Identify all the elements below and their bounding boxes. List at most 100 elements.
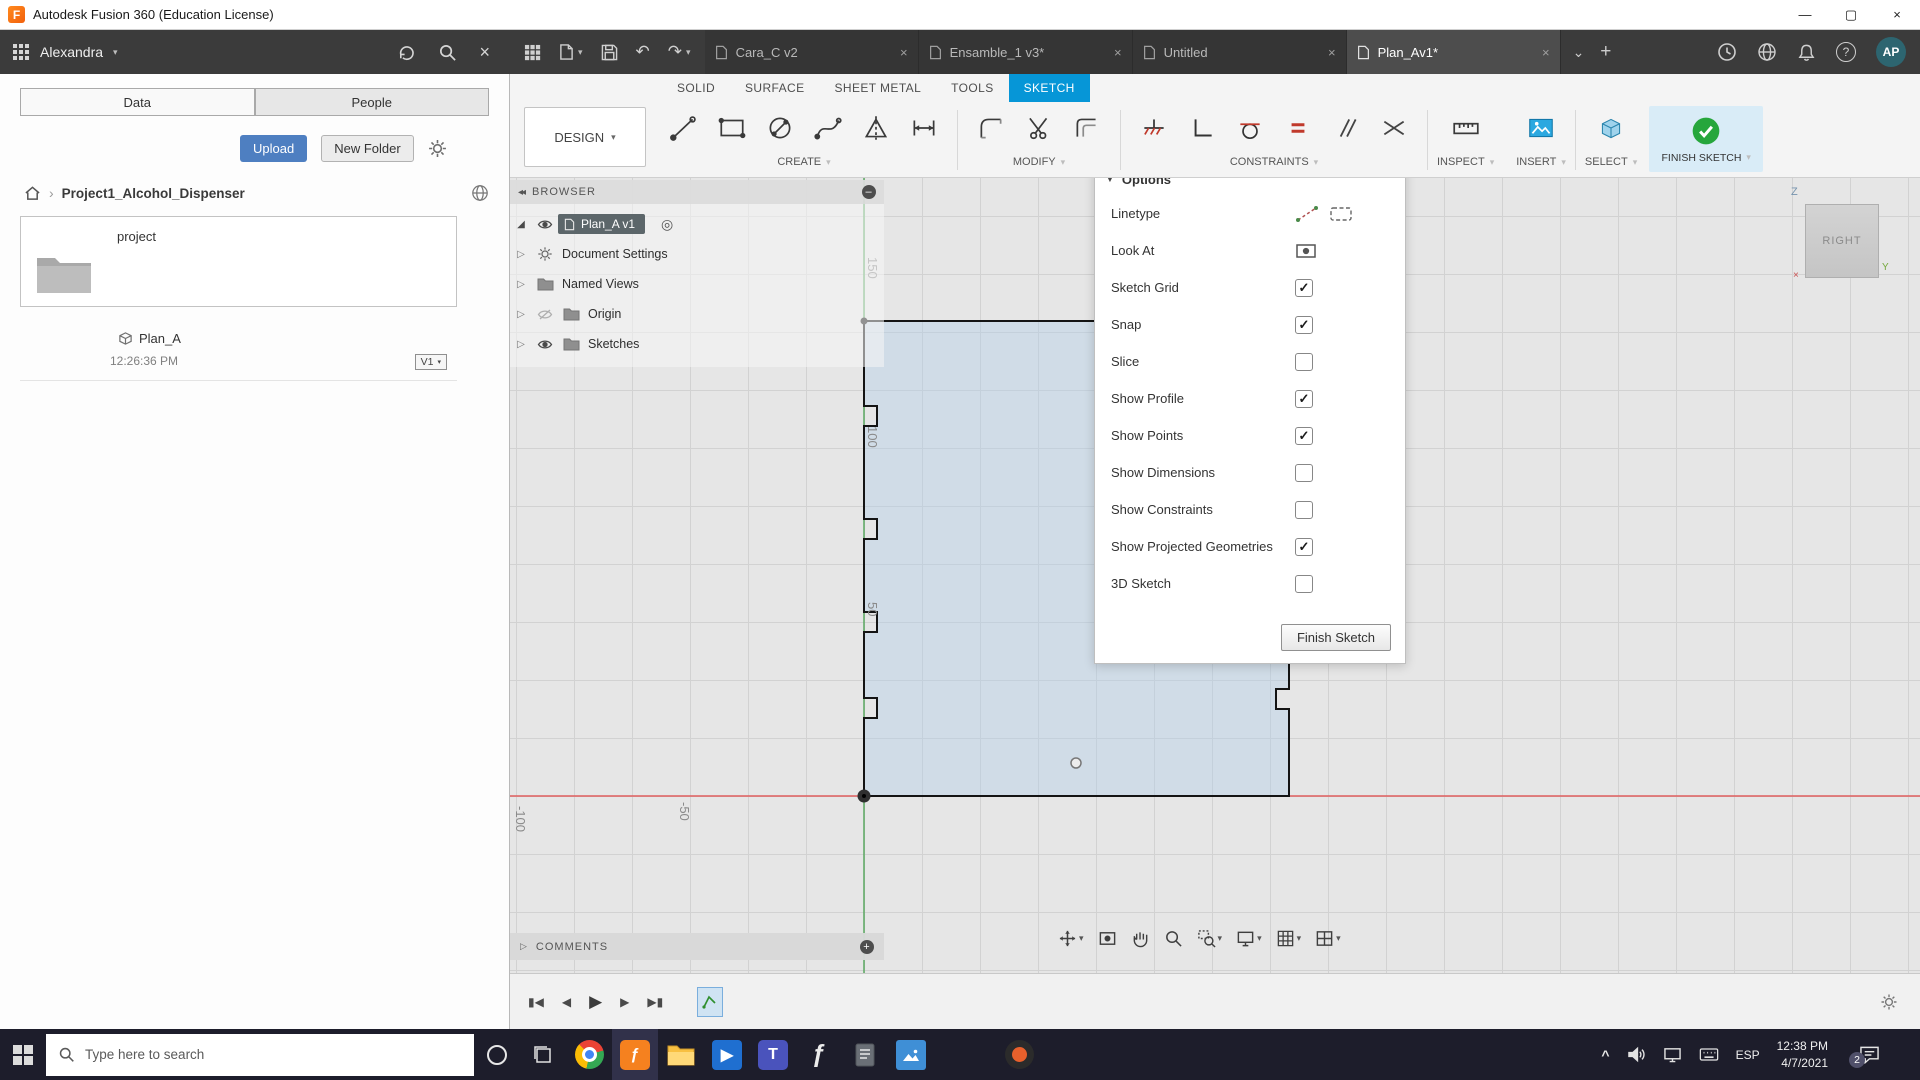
- tab-sheet-metal[interactable]: SHEET METAL: [820, 74, 937, 102]
- notifications-bell-icon[interactable]: [1797, 43, 1816, 62]
- tab-list-chevron-icon[interactable]: ⌄: [1573, 44, 1585, 61]
- look-at-icon[interactable]: [1095, 926, 1120, 951]
- parallel-icon[interactable]: [1322, 103, 1370, 153]
- settings-gear-icon[interactable]: [428, 139, 447, 158]
- timeline-settings-gear-icon[interactable]: [1880, 993, 1898, 1011]
- expand-icon[interactable]: ▷: [510, 309, 532, 320]
- tab-tools[interactable]: TOOLS: [936, 74, 1008, 102]
- home-icon[interactable]: [24, 185, 41, 201]
- timeline-play-button[interactable]: ▶: [589, 992, 602, 1012]
- file-menu-icon[interactable]: ▾: [559, 43, 583, 61]
- horizontal-vertical-icon[interactable]: [1178, 103, 1226, 153]
- tangent-icon[interactable]: [1226, 103, 1274, 153]
- sketch-grid-checkbox[interactable]: [1295, 279, 1313, 297]
- grid-settings-icon[interactable]: ▾: [1273, 926, 1305, 951]
- dimension-tool-icon[interactable]: [900, 103, 948, 153]
- fillet-tool-icon[interactable]: [967, 103, 1015, 153]
- redo-icon[interactable]: ↷ ▾: [668, 42, 691, 62]
- expand-icon[interactable]: ▷: [510, 339, 532, 350]
- cortana-button[interactable]: [474, 1029, 520, 1080]
- sync-icon[interactable]: [397, 43, 416, 62]
- close-window-button[interactable]: ×: [1874, 0, 1920, 29]
- minimize-button[interactable]: —: [1782, 0, 1828, 29]
- touch-keyboard-icon[interactable]: [1699, 1047, 1719, 1062]
- browser-header[interactable]: ◂◂ BROWSER –: [510, 180, 884, 204]
- close-tab-icon[interactable]: ×: [900, 45, 908, 60]
- browser-root-row[interactable]: ◢ Plan_A v1 ◎: [510, 209, 884, 239]
- select-menu[interactable]: SELECT ▾: [1585, 156, 1637, 168]
- pan-hand-icon[interactable]: [1128, 926, 1153, 951]
- job-status-clock-icon[interactable]: [1717, 42, 1737, 62]
- timeline-sketch-feature[interactable]: [697, 987, 723, 1017]
- look-at-plane-icon[interactable]: [1295, 242, 1317, 260]
- tray-chevron-icon[interactable]: ^: [1601, 1047, 1609, 1063]
- 3d-sketch-checkbox[interactable]: [1295, 575, 1313, 593]
- viewcube-face-label[interactable]: RIGHT: [1822, 235, 1861, 247]
- volume-icon[interactable]: [1627, 1046, 1646, 1063]
- tab-people[interactable]: People: [255, 88, 490, 116]
- chrome-button[interactable]: [566, 1029, 612, 1080]
- viewports-icon[interactable]: ▾: [1312, 926, 1344, 951]
- search-icon[interactable]: [438, 43, 457, 62]
- show-profile-checkbox[interactable]: [1295, 390, 1313, 408]
- centerline-icon[interactable]: [1329, 205, 1353, 223]
- doc-tab[interactable]: Untitled ×: [1133, 30, 1347, 74]
- constraints-menu[interactable]: CONSTRAINTS ▾: [1230, 156, 1318, 168]
- mirror-tool-icon[interactable]: [852, 103, 900, 153]
- avatar[interactable]: AP: [1876, 37, 1906, 67]
- circle-tool-icon[interactable]: [756, 103, 804, 153]
- select-cube-icon[interactable]: [1587, 103, 1635, 153]
- sketch-point-circle[interactable]: [1071, 758, 1081, 768]
- task-view-button[interactable]: [520, 1029, 566, 1080]
- start-button[interactable]: [0, 1029, 46, 1080]
- new-folder-button[interactable]: New Folder: [321, 135, 413, 162]
- expand-icon[interactable]: ▷: [510, 249, 532, 260]
- fusion-360-button[interactable]: ƒ: [612, 1029, 658, 1080]
- help-icon[interactable]: ?: [1836, 42, 1856, 62]
- project-name[interactable]: Project1_Alcohol_Dispenser: [62, 186, 245, 201]
- design-workspace-dropdown[interactable]: DESIGN ▾: [524, 107, 646, 167]
- tab-solid[interactable]: SOLID: [662, 74, 730, 102]
- trim-scissors-icon[interactable]: [1015, 103, 1063, 153]
- line-tool-icon[interactable]: [660, 103, 708, 153]
- snap-checkbox[interactable]: [1295, 316, 1313, 334]
- spline-tool-ic[interactable]: [804, 103, 852, 153]
- visibility-eye-icon[interactable]: [532, 338, 558, 351]
- close-tab-icon[interactable]: ×: [1542, 45, 1550, 60]
- timeline-go-to-end-button[interactable]: ▶▮: [647, 995, 663, 1009]
- teams-button[interactable]: T: [750, 1029, 796, 1080]
- browser-row-origin[interactable]: ▷ Origin: [510, 299, 884, 329]
- taskbar-search[interactable]: [46, 1034, 474, 1076]
- user-caret-icon[interactable]: ▾: [113, 47, 118, 58]
- file-item[interactable]: Plan_A 12:26:36 PM V1 ▾: [20, 323, 457, 381]
- finish-sketch-palette-button[interactable]: Finish Sketch: [1281, 624, 1391, 651]
- expand-icon[interactable]: ▷: [510, 279, 532, 290]
- timeline-step-forward-button[interactable]: ▶: [620, 995, 629, 1009]
- action-center-button[interactable]: 2: [1859, 1045, 1880, 1064]
- language-indicator[interactable]: ESP: [1736, 1048, 1760, 1062]
- browser-row-named-views[interactable]: ▷ Named Views: [510, 269, 884, 299]
- viewcube[interactable]: RIGHT: [1805, 204, 1879, 278]
- clock[interactable]: 12:38 PM 4/7/2021: [1777, 1038, 1828, 1070]
- timeline-step-back-button[interactable]: ◀: [562, 995, 571, 1009]
- taskbar-search-input[interactable]: [85, 1047, 415, 1062]
- show-constraints-checkbox[interactable]: [1295, 501, 1313, 519]
- visibility-eye-off-icon[interactable]: [532, 308, 558, 321]
- finish-sketch-button[interactable]: FINISH SKETCH ▾: [1649, 106, 1763, 172]
- close-tab-icon[interactable]: ×: [1328, 45, 1336, 60]
- upload-button[interactable]: Upload: [240, 135, 307, 162]
- equal-icon[interactable]: [1274, 103, 1322, 153]
- tab-surface[interactable]: SURFACE: [730, 74, 819, 102]
- browser-row-sketches[interactable]: ▷ Sketches: [510, 329, 884, 359]
- close-panel-icon[interactable]: ×: [479, 42, 490, 63]
- rectangle-tool-icon[interactable]: [708, 103, 756, 153]
- undo-icon[interactable]: ↶: [636, 42, 650, 62]
- insert-menu[interactable]: INSERT ▾: [1516, 156, 1566, 168]
- show-points-checkbox[interactable]: [1295, 427, 1313, 445]
- user-name[interactable]: Alexandra: [40, 44, 103, 60]
- media-app-button[interactable]: [996, 1029, 1042, 1080]
- file-explorer-button[interactable]: [658, 1029, 704, 1080]
- construction-line-icon[interactable]: [1295, 205, 1319, 223]
- fix-constraint-icon[interactable]: [1130, 103, 1178, 153]
- version-badge[interactable]: V1 ▾: [415, 354, 447, 370]
